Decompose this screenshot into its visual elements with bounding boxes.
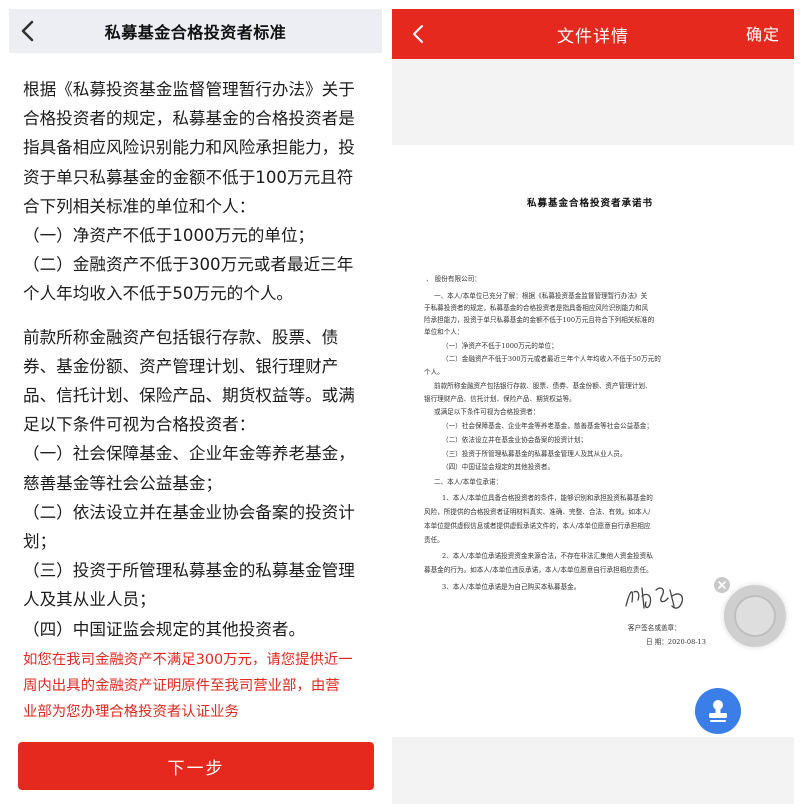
standard-text: 根据《私募投资基金监督管理暂行办法》关于 合格投资者的规定，私募基金的合格投资者… [23, 75, 368, 644]
document-line: 一、本人/本单位已充分了解：根据《私募投资基金监督管理暂行办法》关 [434, 292, 648, 300]
paragraph-2: 前款所称金融资产包括银行存款、股票、债 券、基金份额、资产管理计划、银行理财产 … [23, 323, 368, 644]
paragraph-1: 根据《私募投资基金监督管理暂行办法》关于 合格投资者的规定，私募基金的合格投资者… [23, 75, 368, 309]
document-line: 二、本人/本单位承诺： [434, 478, 503, 486]
text-line: （二）金融资产不低于300万元或者最近三年 [23, 255, 354, 275]
document-title: 私募基金合格投资者承诺书 [526, 198, 653, 209]
text-line: （一）社会保障基金、企业年金等养老基金， [23, 444, 355, 464]
document-preview: 私募基金合格投资者承诺书 、 股份有限公司： 一、本人/本单位已充分了解：根据《私… [392, 145, 794, 737]
warning-line: 如您在我司金融资产不满足300万元，请您提供近一 [23, 652, 353, 668]
document-line: （一）净资产不低于1000万元的单位； [442, 342, 558, 350]
assist-ball-core [734, 595, 776, 637]
text-line: 券、基金份额、资产管理计划、银行理财产 [23, 356, 339, 376]
file-detail-panel: 文件详情 确定 私募基金合格投资者承诺书 、 股份有限公司： 一、本人/本单位已充… [392, 9, 794, 804]
left-header-bar: 私募基金合格投资者标准 [9, 9, 382, 53]
text-line: （三）投资于所管理私募基金的私募基金管理 [23, 561, 355, 581]
document-line: 募基金的行为。如本人/本单位违反承诺，本人/本单位愿意自行承担相应责任。 [424, 566, 653, 574]
stamp-icon[interactable] [695, 688, 741, 734]
text-line: （二）依法设立并在基金业协会备案的投资计 [23, 502, 355, 522]
document-line: （二）依法设立并在基金业协会备案的投资计划； [442, 436, 588, 444]
text-line: 划； [23, 532, 57, 552]
document-line: 单位和个人： [424, 328, 464, 336]
text-line: 资于单只私募基金的金额不低于100万元且符 [23, 167, 354, 187]
document-line: （四）中国证监会规定的其他投资者。 [442, 463, 555, 471]
back-arrow-icon[interactable] [408, 23, 430, 45]
document-line: 责任。 [424, 536, 444, 544]
signature-label: 客户签名或盖章： [628, 624, 681, 632]
next-step-button[interactable]: 下一步 [18, 742, 374, 790]
document-line: 个人。 [424, 368, 444, 376]
document-line: 前款所称金融资产包括银行存款、股票、债券、基金份额、资产管理计划、 [434, 382, 652, 390]
back-arrow-icon[interactable] [15, 18, 41, 44]
text-line: 根据《私募投资基金监督管理暂行办法》关于 [23, 80, 355, 99]
document-line: （二）金融资产不低于300万元或者最近三年个人年均收入不低于50万元的 [442, 355, 661, 363]
warning-line: 周内出具的金融资产证明原件至我司营业部，由营 [23, 678, 340, 694]
text-line: 足以下条件可视为合格投资者： [23, 415, 256, 435]
document-line: 险承担能力，投资于单只私募基金的金额不低于100万元且符合下列相关标准的 [424, 316, 655, 324]
page-title: 私募基金合格投资者标准 [104, 23, 287, 42]
text-line: 指具备相应风险识别能力和风险承担能力，投 [23, 138, 355, 158]
document-line: 银行理财产品、信托计划、保险产品、期货权益等。 [424, 395, 576, 403]
right-header-bar: 文件详情 确定 [392, 9, 794, 59]
document-line: （一）社会保障基金、企业年金等养老基金，慈善基金等社会公益基金； [442, 422, 653, 430]
text-line: 人及其从业人员； [23, 590, 156, 610]
date-label: 日 期：2020-08-13 [646, 638, 706, 646]
text-line: 前款所称金融资产包括银行存款、股票、债 [23, 327, 339, 347]
warning-line: 业部为您办理合格投资者认证业务 [23, 704, 239, 720]
document-line: （三）投资于所管理私募基金的私募基金管理人及其从业人员。 [442, 450, 627, 458]
text-line: （四）中国证监会规定的其他投资者。 [23, 619, 306, 639]
text-line: 个人年均收入不低于50万元的个人。 [23, 284, 294, 304]
floating-assist-ball[interactable] [724, 585, 786, 647]
handwritten-signature [625, 587, 684, 609]
text-line: 合格投资者的规定，私募基金的合格投资者是 [23, 109, 355, 129]
file-detail-title: 文件详情 [557, 26, 629, 47]
document-line: 风险，所提供的合格投资者证明材料真实、准确、完整、合法、有效。如本人/ [424, 508, 651, 516]
investor-standard-panel: 私募基金合格投资者标准 根据《私募投资基金监督管理暂行办法》关于 合格投资者的规… [9, 9, 382, 804]
warning-notice: 如您在我司金融资产不满足300万元，请您提供近一 周内出具的金融资产证明原件至我… [23, 647, 371, 725]
document-line: 1、本人/本单位具备合格投资者的条件，能够识别和承担投资私募基金的 [442, 494, 653, 502]
document-line: 本单位提供虚假信息或者提供虚假承诺文件的，本人/本单位愿意自行承担相应 [424, 522, 651, 530]
text-line: 品、信托计划、保险产品、期货权益等。或满 [23, 386, 355, 406]
screen: 私募基金合格投资者标准 根据《私募投资基金监督管理暂行办法》关于 合格投资者的规… [0, 0, 803, 811]
text-line: 慈善基金等社会公益基金； [23, 473, 223, 493]
document-line: 或满足以下条件可视为合格投资者： [434, 408, 540, 416]
document-line: 、 股份有限公司： [426, 275, 481, 283]
document-line: 于私募投资者的规定，私募基金的合格投资者是指具备相应风险识别能力和风 [424, 304, 649, 312]
confirm-button[interactable]: 确定 [746, 21, 780, 45]
document-line: 2、本人/本单位承诺投资资金来源合法，不存在非法汇集他人资金投资私 [442, 552, 653, 560]
document-line: 3、本人/本单位承诺是为自己购买本私募基金。 [442, 583, 581, 591]
text-line: 合下列相关标准的单位和个人： [23, 196, 256, 216]
close-icon[interactable] [714, 577, 730, 593]
text-line: （一）净资产不低于1000万元的单位； [23, 226, 315, 246]
